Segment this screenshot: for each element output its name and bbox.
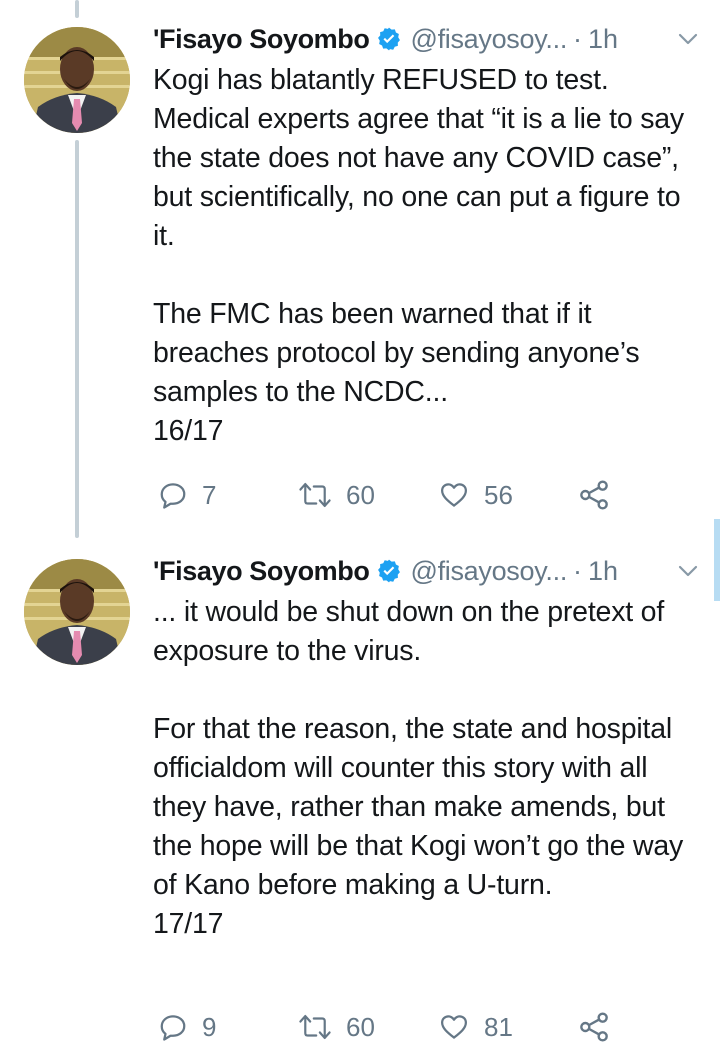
avatar-photo xyxy=(24,559,130,665)
avatar[interactable] xyxy=(24,27,130,133)
retweet-button[interactable]: 60 xyxy=(298,1009,375,1045)
tweet[interactable]: 'Fisayo Soyombo @fisayosoy... · 1h ... i… xyxy=(0,532,720,1064)
tweet-header: 'Fisayo Soyombo @fisayosoy... · 1h xyxy=(153,21,700,57)
share-button[interactable] xyxy=(578,1009,610,1045)
separator-dot: · xyxy=(573,23,583,54)
like-button[interactable]: 56 xyxy=(438,477,513,513)
verified-badge-icon xyxy=(378,559,401,583)
reply-icon xyxy=(160,483,186,509)
like-count: 81 xyxy=(484,1011,513,1042)
retweet-icon xyxy=(299,1014,331,1040)
author-name[interactable]: 'Fisayo Soyombo xyxy=(153,556,370,587)
reply-count: 9 xyxy=(202,1011,217,1042)
author-name[interactable]: 'Fisayo Soyombo xyxy=(153,24,370,55)
like-count: 56 xyxy=(484,479,513,510)
reply-count: 7 xyxy=(202,479,217,510)
tweet-header: 'Fisayo Soyombo @fisayosoy... · 1h xyxy=(153,553,700,589)
share-button[interactable] xyxy=(578,477,610,513)
retweet-count: 60 xyxy=(346,479,375,510)
verified-badge-icon xyxy=(378,27,401,51)
reply-button[interactable]: 7 xyxy=(158,477,216,513)
share-icon xyxy=(580,480,608,510)
share-icon xyxy=(580,1012,608,1042)
tweet-actions: 7 60 56 xyxy=(158,477,628,513)
timestamp[interactable]: 1h xyxy=(588,24,618,55)
tweet-paragraph: ... it would be shut down on the pretext… xyxy=(153,596,672,667)
reply-icon xyxy=(160,1015,186,1041)
chevron-down-icon[interactable] xyxy=(676,27,700,51)
separator-dot: · xyxy=(573,555,583,586)
author-handle[interactable]: @fisayosoy... xyxy=(410,24,567,55)
tweet-actions: 9 60 81 xyxy=(158,1009,628,1045)
retweet-button[interactable]: 60 xyxy=(298,477,375,513)
avatar[interactable] xyxy=(24,559,130,665)
tweet-text: Kogi has blatantly REFUSED to test. Medi… xyxy=(153,61,703,451)
retweet-icon xyxy=(299,482,331,508)
tweet-text: ... it would be shut down on the pretext… xyxy=(153,593,703,944)
tweet-paragraph: Kogi has blatantly REFUSED to test. Medi… xyxy=(153,64,692,252)
scrollbar[interactable] xyxy=(714,519,720,601)
like-button[interactable]: 81 xyxy=(438,1009,513,1045)
author-handle[interactable]: @fisayosoy... xyxy=(410,556,567,587)
retweet-count: 60 xyxy=(346,1011,375,1042)
tweet-paragraph: The FMC has been warned that if it breac… xyxy=(153,298,640,447)
chevron-down-icon[interactable] xyxy=(676,559,700,583)
reply-button[interactable]: 9 xyxy=(158,1009,216,1045)
timestamp[interactable]: 1h xyxy=(588,556,618,587)
avatar-photo xyxy=(24,27,130,133)
heart-icon xyxy=(441,483,467,507)
tweet[interactable]: 'Fisayo Soyombo @fisayosoy... · 1h Kogi … xyxy=(0,0,720,525)
heart-icon xyxy=(441,1015,467,1039)
tweet-paragraph: For that the reason, the state and hospi… xyxy=(153,713,684,940)
